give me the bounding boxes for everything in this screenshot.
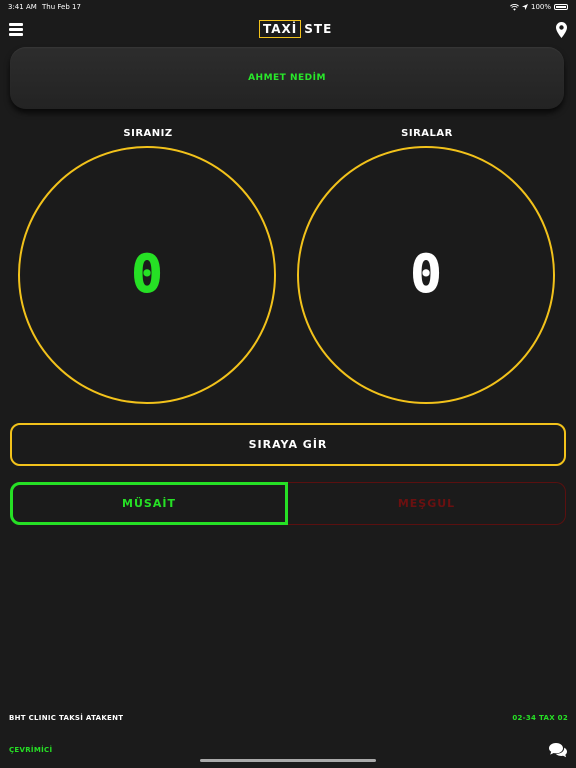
busy-button[interactable]: MEŞGUL [288, 482, 566, 525]
queue-count-label: SIRALAR [401, 128, 453, 139]
queue-count-circle: 0 [297, 146, 555, 404]
your-position-label: SIRANIZ [123, 128, 173, 139]
status-time: 3:41 AM [8, 3, 37, 11]
logo-text: STE [304, 22, 333, 36]
queue-count-value: 0 [410, 245, 442, 306]
online-status: ÇEVRİMİCİ [9, 746, 53, 754]
join-queue-button[interactable]: SIRAYA GİR [10, 423, 566, 466]
available-button[interactable]: MÜSAİT [10, 482, 288, 525]
plate-number: 02-34 TAX 02 [512, 714, 568, 722]
chat-icon[interactable] [549, 743, 567, 758]
battery-icon [554, 4, 568, 10]
status-indicators: 100% [510, 3, 568, 11]
wifi-icon [510, 3, 519, 11]
availability-toggle: MÜSAİT MEŞGUL [10, 482, 566, 525]
app-logo: TAXİ STE [259, 20, 332, 38]
driver-card: AHMET NEDİM [10, 47, 564, 109]
hamburger-icon[interactable] [9, 23, 23, 36]
map-pin-icon[interactable] [556, 22, 567, 38]
home-indicator [200, 759, 376, 762]
taxi-stand-name: BHT CLINIC TAKSİ ATAKENT [9, 714, 124, 722]
logo-box: TAXİ [259, 20, 302, 38]
your-position-circle: 0 [18, 146, 276, 404]
battery-percent: 100% [530, 3, 551, 11]
status-bar: 3:41 AM Thu Feb 17 100% [0, 0, 576, 14]
your-position-value: 0 [131, 245, 163, 306]
status-date: Thu Feb 17 [42, 3, 81, 11]
location-arrow-icon [521, 4, 528, 10]
driver-name: AHMET NEDİM [248, 73, 326, 83]
